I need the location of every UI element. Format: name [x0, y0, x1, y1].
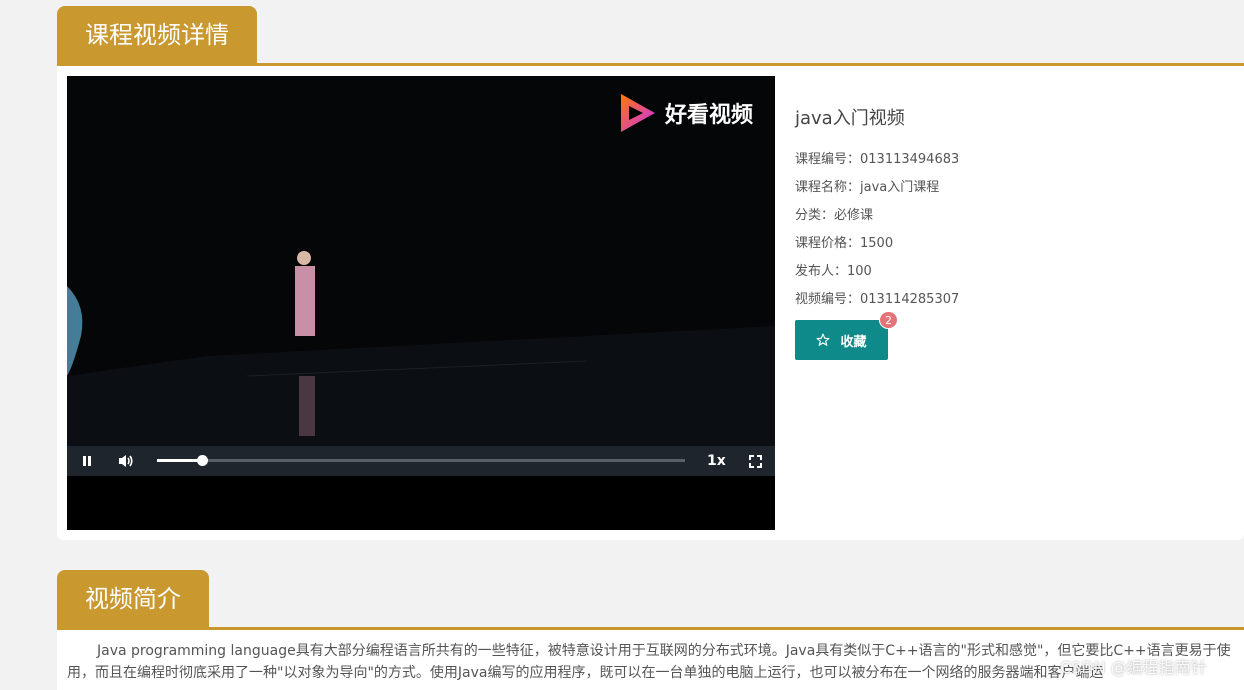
fullscreen-button[interactable] [743, 446, 767, 476]
intro-section-title: 视频简介 [57, 570, 209, 628]
course-number-label: 课程编号： [795, 152, 861, 167]
category-label: 分类： [795, 208, 835, 223]
volume-icon [119, 455, 133, 467]
player-controls: 1x [67, 446, 775, 476]
publisher-label: 发布人： [795, 264, 848, 279]
category-value: 必修课 [834, 208, 874, 223]
play-logo-icon [620, 94, 655, 132]
favorite-button[interactable]: 收藏 [795, 320, 888, 360]
video-number-value: 013114285307 [860, 292, 960, 307]
progress-handle[interactable] [196, 455, 208, 466]
video-number-label: 视频编号： [795, 292, 861, 307]
course-name-value: java入门课程 [860, 180, 940, 195]
detail-section-title: 课程视频详情 [57, 6, 257, 64]
publisher-value: 100 [847, 264, 872, 279]
course-name-row: 课程名称：java入门课程 [795, 174, 1215, 202]
course-info: java入门视频 课程编号：013113494683 课程名称：java入门课程… [795, 100, 1215, 314]
haokan-logo: 好看视频 [619, 92, 753, 134]
publisher-row: 发布人：100 [795, 258, 1215, 286]
pause-button[interactable] [75, 446, 99, 476]
price-value: 1500 [860, 236, 894, 251]
category-row: 分类：必修课 [795, 202, 1215, 230]
favorite-label: 收藏 [840, 334, 867, 350]
price-label: 课程价格： [795, 236, 861, 251]
price-row: 课程价格：1500 [795, 230, 1215, 258]
logo-text: 好看视频 [664, 103, 753, 128]
course-number-row: 课程编号：013113494683 [795, 146, 1215, 174]
fullscreen-icon [748, 454, 762, 468]
star-icon [817, 333, 830, 346]
pause-icon [83, 456, 91, 466]
progress-slider[interactable] [157, 455, 685, 466]
video-number-row: 视频编号：013114285307 [795, 286, 1215, 314]
volume-button[interactable] [113, 446, 139, 476]
watermark: CSDN @编程指南针 [1060, 658, 1207, 677]
course-name-label: 课程名称： [795, 180, 861, 195]
favorite-count-badge: 2 [879, 311, 898, 329]
playback-speed-button[interactable]: 1x [707, 446, 726, 476]
video-player[interactable]: 好看视频 1x [67, 76, 775, 530]
progress-fill [157, 459, 202, 462]
course-number-value: 013113494683 [860, 152, 960, 167]
video-title: java入门视频 [795, 108, 905, 129]
